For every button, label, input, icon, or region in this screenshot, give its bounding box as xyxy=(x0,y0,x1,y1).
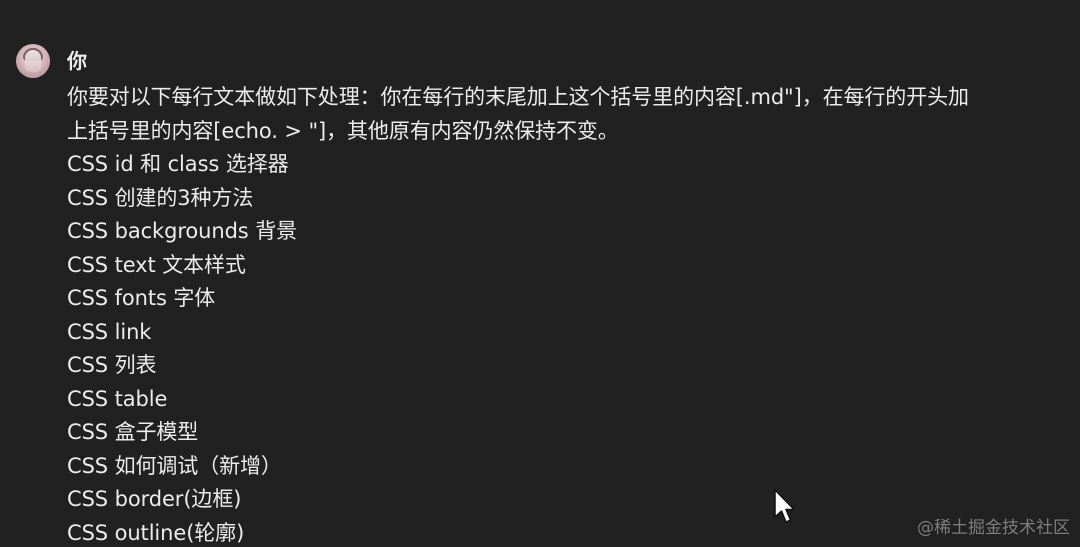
prompt-line: 你要对以下每行文本做如下处理：你在每行的末尾加上这个括号里的内容[.md"]，在… xyxy=(67,85,969,109)
list-item: CSS link xyxy=(67,319,152,344)
avatar-figure xyxy=(25,50,41,72)
mouse-pointer-icon xyxy=(774,489,795,523)
list-item: CSS backgrounds 背景 xyxy=(67,219,298,243)
message-author: 你 xyxy=(67,49,87,73)
list-item: CSS border(边框) xyxy=(67,487,242,511)
list-item: CSS 如何调试（新增） xyxy=(67,453,282,478)
list-item: CSS id 和 class 选择器 xyxy=(67,152,289,176)
list-item: CSS outline(轮廓) xyxy=(67,520,245,545)
avatar[interactable] xyxy=(16,44,50,78)
list-item: CSS table xyxy=(67,386,168,411)
watermark: @稀土掘金技术社区 xyxy=(917,518,1070,538)
list-item: CSS fonts 字体 xyxy=(67,286,216,310)
list-item: CSS text 文本样式 xyxy=(67,252,246,277)
list-item: CSS 创建的3种方法 xyxy=(67,185,254,210)
list-item: CSS 盒子模型 xyxy=(67,420,199,444)
prompt-line: 上括号里的内容[echo. > "]，其他原有内容仍然保持不变。 xyxy=(67,118,619,143)
list-item: CSS 列表 xyxy=(67,353,157,377)
message-content: 你要对以下每行文本做如下处理：你在每行的末尾加上这个括号里的内容[.md"]，在… xyxy=(67,81,1037,547)
